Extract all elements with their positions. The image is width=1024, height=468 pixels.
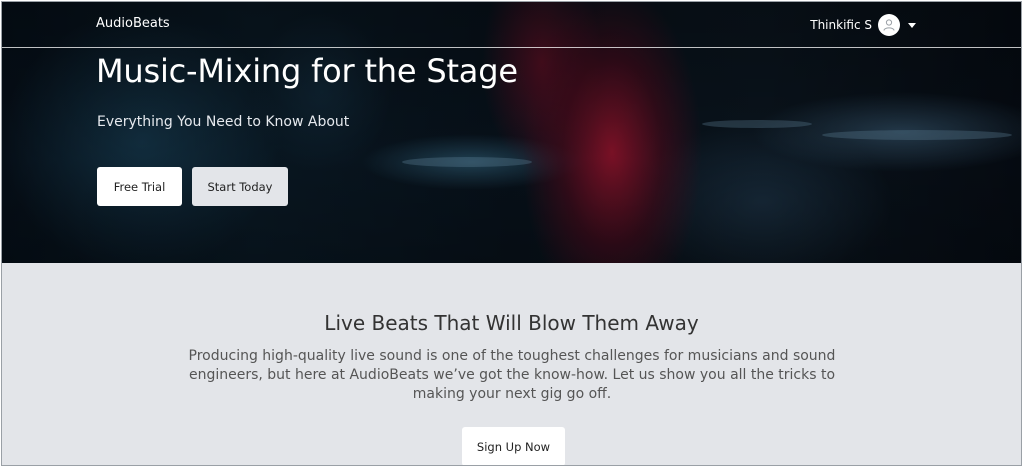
start-today-button[interactable]: Start Today: [192, 167, 288, 206]
features-section: Live Beats That Will Blow Them Away Prod…: [2, 263, 1021, 465]
page-frame: AudioBeats Thinkific S Music-Mixing for …: [1, 1, 1022, 466]
user-name[interactable]: Thinkific S: [810, 18, 872, 32]
sign-up-button[interactable]: Sign Up Now: [462, 427, 565, 465]
user-menu[interactable]: Thinkific S: [810, 13, 916, 37]
section-description: Producing high-quality live sound is one…: [188, 348, 836, 402]
user-avatar-icon[interactable]: [878, 14, 900, 36]
brand-logo[interactable]: AudioBeats: [96, 16, 170, 31]
hero-banner: AudioBeats Thinkific S Music-Mixing for …: [2, 2, 1021, 263]
hero-subtitle: Everything You Need to Know About: [97, 114, 350, 130]
caret-down-icon[interactable]: [908, 22, 916, 28]
top-navigation: AudioBeats Thinkific S: [2, 2, 1021, 48]
section-title: Live Beats That Will Blow Them Away: [324, 311, 699, 335]
free-trial-button[interactable]: Free Trial: [97, 167, 182, 206]
hero-title: Music-Mixing for the Stage: [96, 52, 518, 90]
